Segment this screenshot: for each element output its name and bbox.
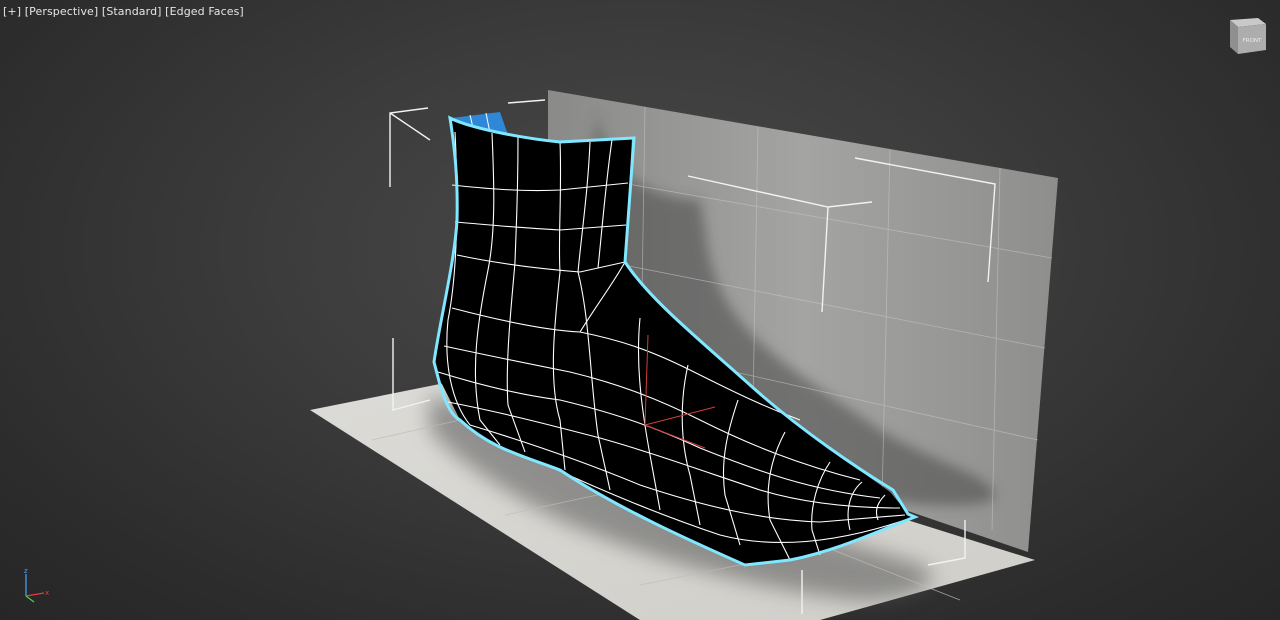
viewcube-face-label: FRONT bbox=[1243, 38, 1262, 44]
3d-viewport[interactable]: [+] [Perspective] [Standard] [Edged Face… bbox=[0, 0, 1280, 620]
shading-preset-button[interactable]: [Standard] bbox=[102, 5, 162, 18]
viewport-label-menu: [+] [Perspective] [Standard] [Edged Face… bbox=[3, 5, 244, 18]
axis-x-label: x bbox=[45, 589, 49, 597]
scene-render[interactable] bbox=[0, 0, 1280, 620]
view-type-button[interactable]: [Perspective] bbox=[25, 5, 99, 18]
axis-tripod-icon: z x bbox=[24, 567, 49, 603]
axis-z-label: z bbox=[24, 567, 28, 575]
viewcube-icon[interactable]: FRONT bbox=[1222, 14, 1268, 56]
viewport-menu-button[interactable]: [+] bbox=[3, 5, 21, 18]
display-mode-button[interactable]: [Edged Faces] bbox=[165, 5, 244, 18]
